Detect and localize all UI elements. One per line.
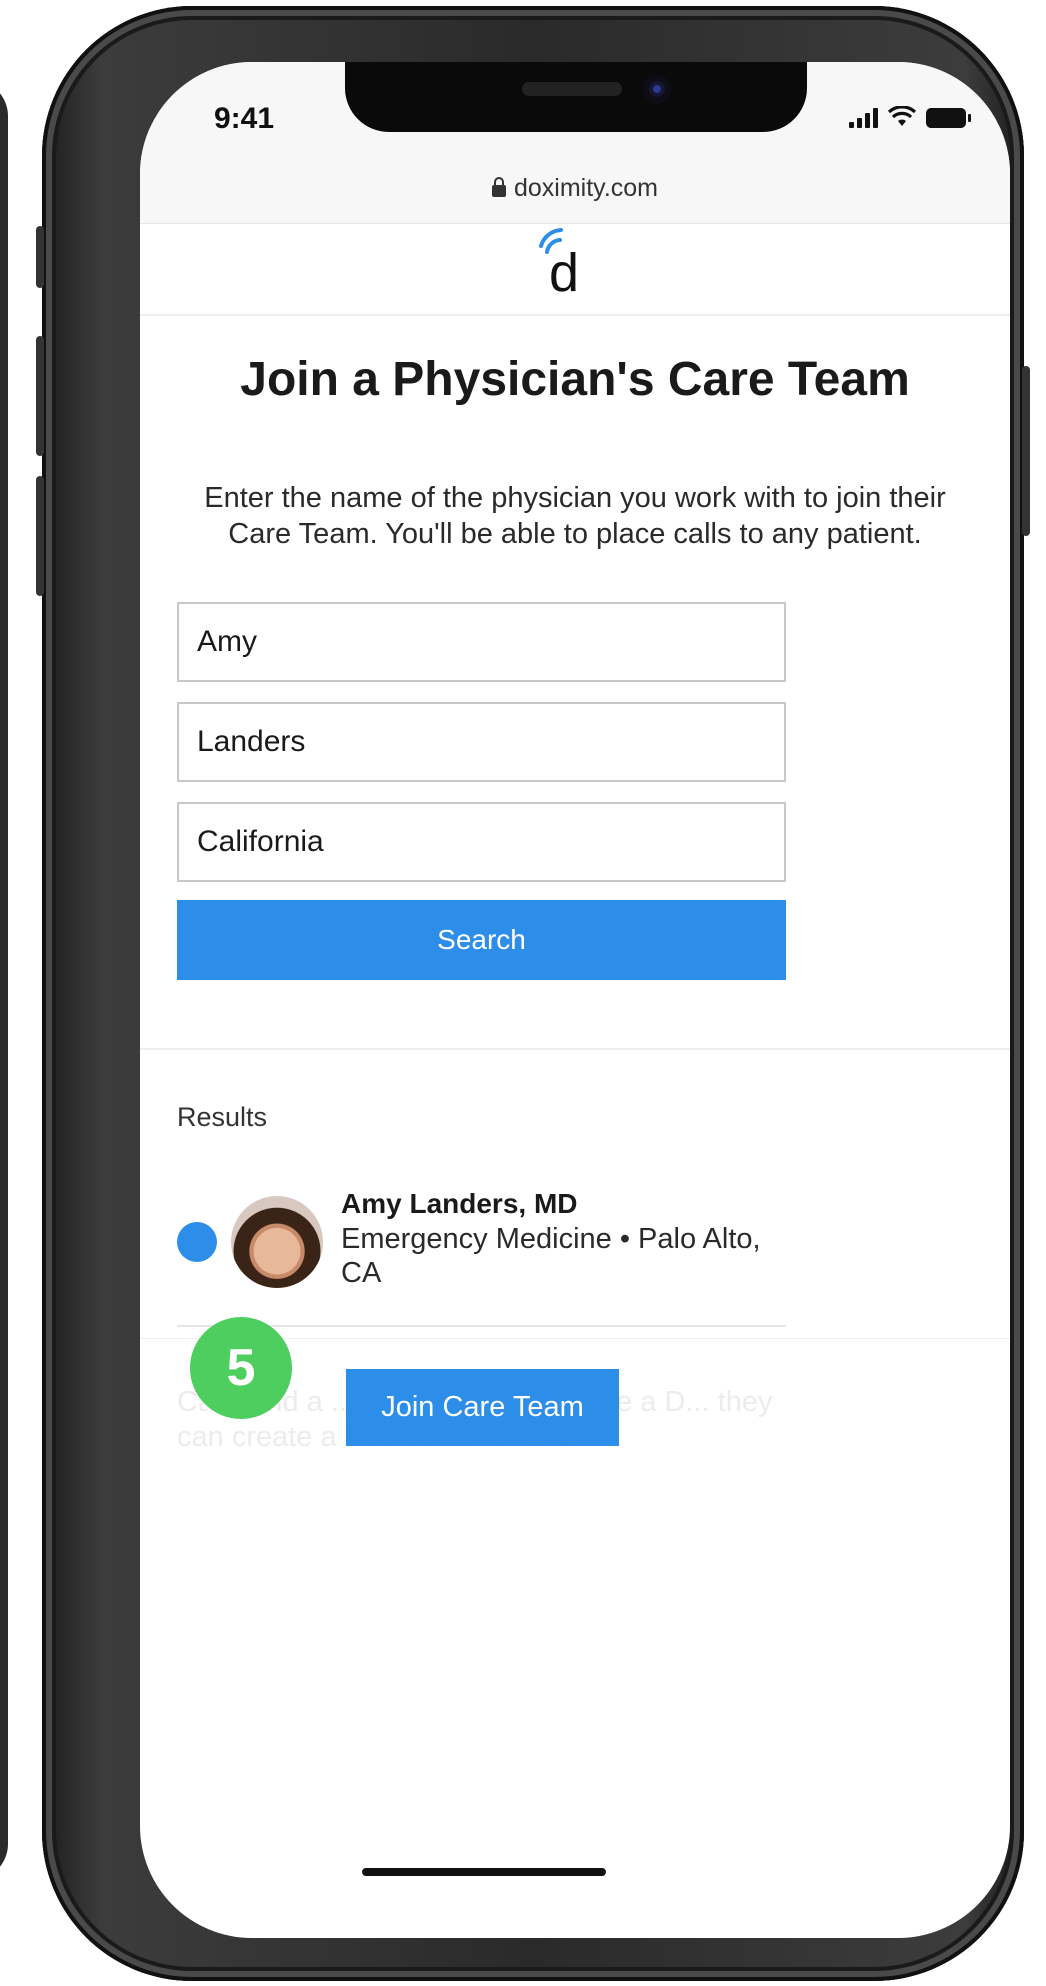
state-input[interactable] (177, 802, 786, 882)
join-care-team-button[interactable]: Join Care Team (346, 1369, 619, 1446)
search-button[interactable]: Search (177, 900, 786, 980)
result-item[interactable]: Amy Landers, MD Emergency Medicine • Pal… (177, 1188, 786, 1289)
section-divider (140, 1048, 1010, 1050)
phone-frame: 9:41 doximity.com d Join a Physician's C… (36, 6, 1030, 1981)
svg-text:d: d (549, 243, 579, 303)
address-bar[interactable]: doximity.com (140, 162, 1010, 224)
site-header: d (140, 224, 1010, 316)
cellular-signal-icon (849, 106, 878, 128)
status-icons (849, 106, 971, 128)
volume-up-button (36, 336, 44, 456)
adjacent-phone-edge (0, 80, 8, 1880)
physician-avatar (231, 1196, 323, 1288)
doximity-logo[interactable]: d (527, 224, 607, 304)
phone-screen: 9:41 doximity.com d Join a Physician's C… (140, 62, 1010, 1938)
url-display: doximity.com (491, 162, 658, 203)
first-name-input[interactable] (177, 602, 786, 682)
results-heading: Results (177, 1102, 268, 1132)
speaker-grille (522, 82, 622, 96)
wifi-icon (888, 106, 916, 126)
stage: 9:41 doximity.com d Join a Physician's C… (0, 0, 1046, 1986)
last-name-input[interactable] (177, 702, 786, 782)
notch (345, 62, 807, 132)
status-time: 9:41 (214, 102, 275, 135)
physician-detail: Emergency Medicine • Palo Alto, CA (341, 1223, 761, 1289)
step-badge: 5 (190, 1317, 292, 1419)
side-button (1022, 366, 1030, 536)
front-camera (643, 75, 671, 103)
home-indicator[interactable] (362, 1868, 606, 1876)
battery-icon (926, 108, 971, 128)
lock-icon (491, 176, 506, 197)
page-title: Join a Physician's Care Team (240, 353, 910, 406)
result-radio-selected[interactable] (177, 1222, 217, 1262)
url-text: doximity.com (513, 174, 658, 202)
volume-down-button (36, 476, 44, 596)
physician-name: Amy Landers, MD (341, 1188, 578, 1219)
mute-switch (36, 226, 44, 288)
page-subtitle: Enter the name of the physician you work… (204, 482, 946, 550)
